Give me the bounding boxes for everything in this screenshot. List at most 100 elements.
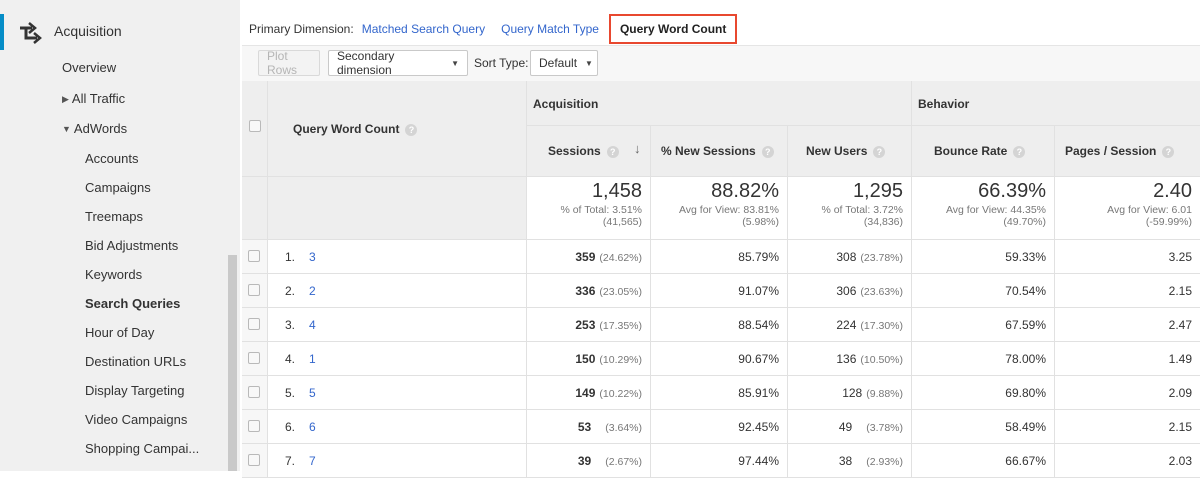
caret-right-icon: ▶ [62,94,69,104]
dimension-matched-search-query[interactable]: Matched Search Query [362,22,485,36]
sidebar-item-display-targeting[interactable]: Display Targeting [85,383,184,398]
column-header-pages-session[interactable]: Pages / Session? [1055,126,1200,177]
row-pages-session-value: 2.15 [1168,284,1192,298]
help-icon[interactable]: ? [1162,146,1175,158]
row-number: 1. [285,250,296,264]
row-dimension-link[interactable]: 3 [309,250,316,264]
row-dimension-link[interactable]: 7 [309,454,316,468]
dimension-query-match-type[interactable]: Query Match Type [501,22,599,36]
row-dimension-link[interactable]: 5 [309,386,316,400]
row-new-sessions-value: 91.07% [738,284,779,298]
total-pages-session-avg: Avg for View: 6.01 [1107,204,1192,216]
sort-type-label: Sort Type: [474,56,529,70]
row-select-cell [242,308,268,342]
column-header-new-sessions-text: % New Sessions? [661,144,774,158]
column-label: Pages / Session [1065,144,1157,158]
column-header-sessions-text: Sessions? [548,144,619,158]
sidebar-item-accounts[interactable]: Accounts [85,151,138,166]
sidebar-item-shopping-campaigns[interactable]: Shopping Campai... [85,441,199,456]
row-new-users-value: 49 (3.78%) [839,420,903,434]
row-pages-session: 2.09 [1055,376,1200,410]
row-checkbox[interactable] [248,284,260,296]
sessions-count: 359 [575,250,596,264]
row-bounce-rate-value: 66.67% [1005,454,1046,468]
column-header-bounce-rate[interactable]: Bounce Rate? [912,126,1055,177]
total-new-sessions: 88.82% Avg for View: 83.81% (5.98%) [651,177,788,240]
row-bounce-rate-value: 70.54% [1005,284,1046,298]
sort-type-dropdown[interactable]: Default ▼ [530,50,598,76]
sidebar-section-acquisition[interactable]: Acquisition [0,14,240,50]
sort-descending-icon[interactable]: ↓ [634,141,641,156]
table-row: 3. 4 253 (17.35%) 88.54% 224 (17.30%) 67.5… [242,308,1200,342]
row-bounce-rate-value: 67.59% [1005,318,1046,332]
secondary-dimension-dropdown[interactable]: Secondary dimension ▼ [328,49,468,77]
row-pages-session: 2.15 [1055,410,1200,444]
row-dimension-link[interactable]: 1 [309,352,316,366]
row-new-sessions-value: 92.45% [738,420,779,434]
row-new-sessions: 88.54% [651,308,788,342]
dimension-query-word-count[interactable]: Query Word Count [608,14,738,44]
sidebar-item-treemaps[interactable]: Treemaps [85,209,143,224]
sidebar-item-keywords[interactable]: Keywords [85,267,142,282]
help-icon[interactable]: ? [606,146,619,158]
total-pages-session-value: 2.40 [1153,180,1192,202]
row-dimension-link[interactable]: 4 [309,318,316,332]
row-checkbox[interactable] [248,352,260,364]
sidebar-item-all-traffic[interactable]: ▶ All Traffic [62,91,125,106]
help-icon[interactable]: ? [1013,146,1026,158]
sidebar-item-campaigns[interactable]: Campaigns [85,180,151,195]
row-pages-session-value: 2.09 [1168,386,1192,400]
dimension-header-cell[interactable]: Query Word Count? [268,81,527,177]
column-header-new-users[interactable]: New Users? [788,126,912,177]
row-dimension-cell: 1. 3 [268,240,527,274]
column-label: Bounce Rate [934,144,1008,158]
row-pages-session-value: 2.47 [1168,318,1192,332]
sessions-count: 149 [575,386,596,400]
row-new-users-value: 136 (10.50%) [836,352,903,366]
row-checkbox[interactable] [248,250,260,262]
totals-spacer [242,177,268,240]
sidebar-item-hour-of-day[interactable]: Hour of Day [85,325,154,340]
sidebar-item-overview[interactable]: Overview [62,60,116,75]
row-checkbox[interactable] [248,386,260,398]
row-pages-session: 2.15 [1055,274,1200,308]
help-icon[interactable]: ? [405,124,418,136]
row-dimension-link[interactable]: 2 [309,284,316,298]
total-pages-session: 2.40 Avg for View: 6.01 (-59.99%) [1055,177,1200,240]
sessions-percent: (24.62%) [599,252,642,264]
row-number: 3. [285,318,296,332]
new-users-count: 38 [838,454,853,468]
row-dimension-link[interactable]: 6 [309,420,316,434]
primary-dimension-bar: Primary Dimension: Matched Search Query … [249,14,738,44]
sessions-percent: (23.05%) [599,286,642,298]
sidebar-item-destination-urls[interactable]: Destination URLs [85,354,186,369]
help-icon[interactable]: ? [761,146,774,158]
dropdown-arrow-icon: ▼ [585,58,593,68]
row-dimension-cell: 2. 2 [268,274,527,308]
row-sessions: 149 (10.22%) [527,376,651,410]
select-all-checkbox[interactable] [249,120,261,132]
help-icon[interactable]: ? [873,146,886,158]
sidebar-scrollbar[interactable] [228,255,237,471]
plot-rows-button[interactable]: Plot Rows [258,49,320,77]
row-number: 5. [285,386,296,400]
sidebar-item-search-queries[interactable]: Search Queries [85,296,180,311]
row-checkbox[interactable] [248,318,260,330]
sidebar-item-adwords[interactable]: ▼ AdWords [62,121,127,136]
acquisition-group-header: Acquisition [527,81,912,126]
sidebar-item-label: All Traffic [71,91,126,106]
row-new-users: 306 (23.63%) [788,274,912,308]
row-select-cell [242,240,268,274]
sidebar-item-label: AdWords [73,121,128,136]
row-sessions: 150 (10.29%) [527,342,651,376]
sidebar-item-bid-adjustments[interactable]: Bid Adjustments [85,238,178,253]
column-header-sessions[interactable]: Sessions? ↓ [527,126,651,177]
new-users-percent: (17.30%) [860,320,903,332]
sidebar-item-video-campaigns[interactable]: Video Campaigns [85,412,187,427]
column-header-new-sessions[interactable]: % New Sessions? [651,126,788,177]
row-new-sessions: 90.67% [651,342,788,376]
total-pages-session-diff: (-59.99%) [1145,216,1192,228]
table-row: 5. 5 149 (10.22%) 85.91% 128 (9.88%) 69.80… [242,376,1200,410]
row-checkbox[interactable] [248,420,260,432]
row-checkbox[interactable] [248,454,260,466]
